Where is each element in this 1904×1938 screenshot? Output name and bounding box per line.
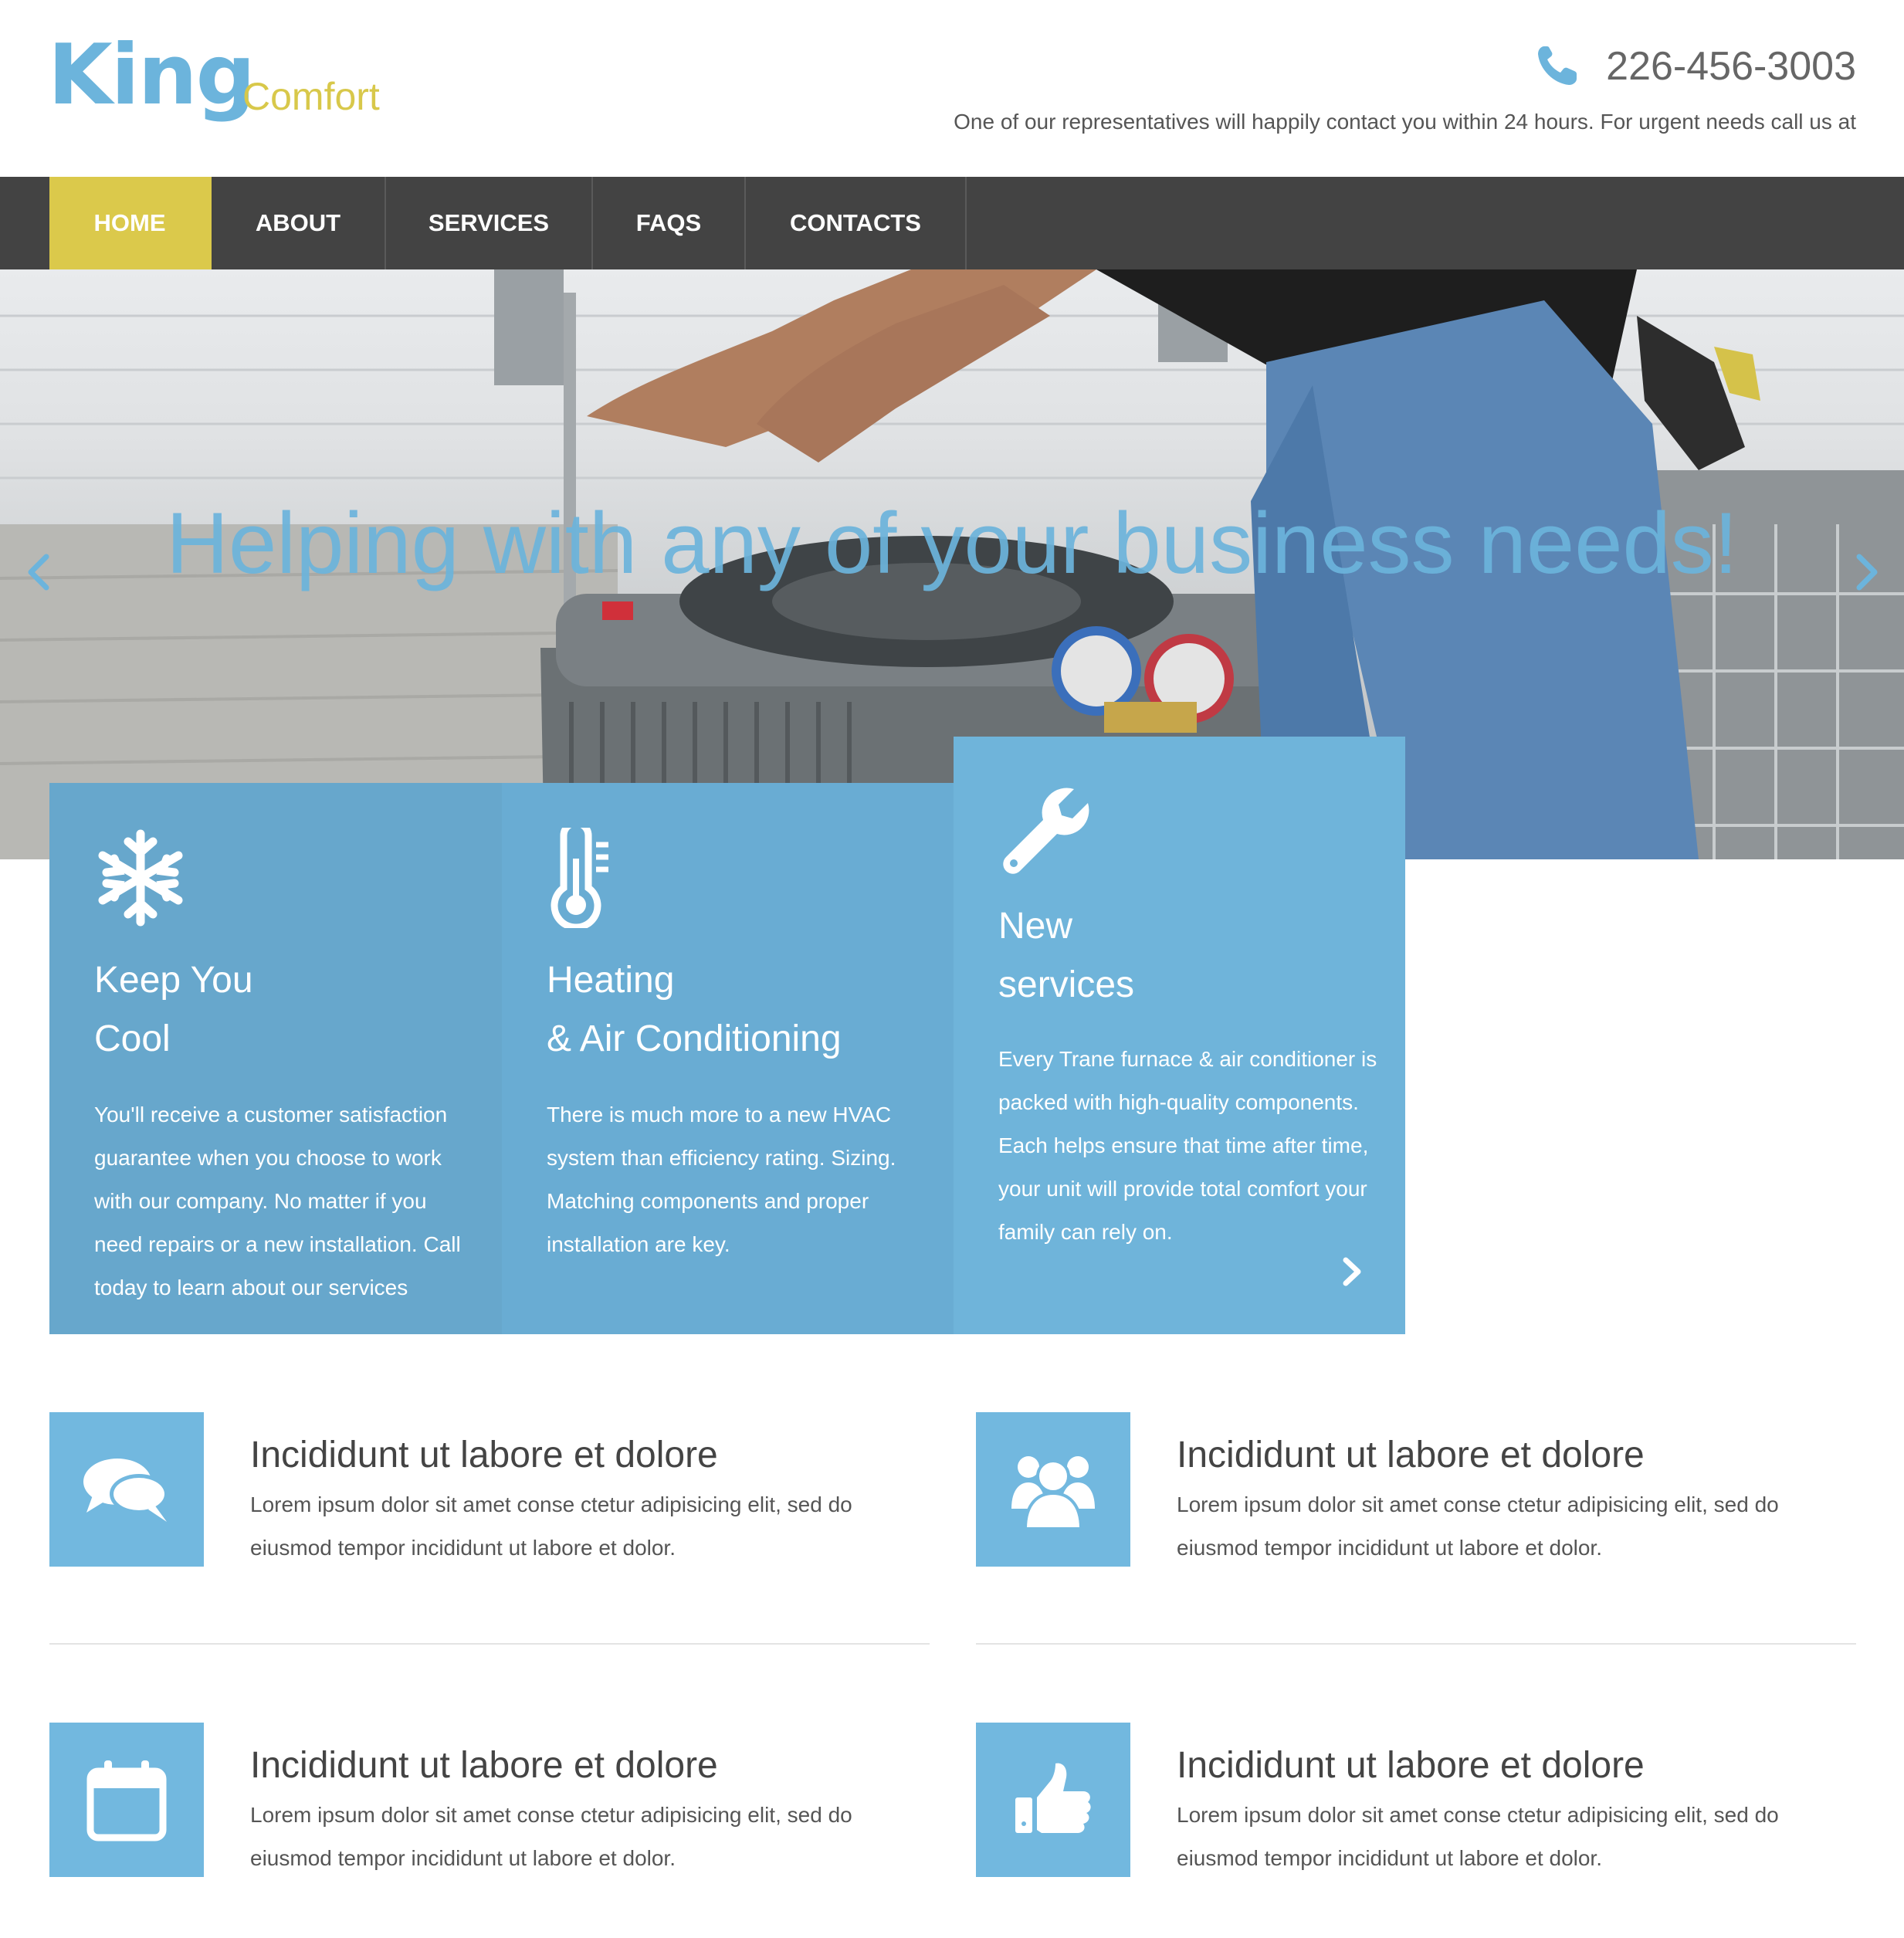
chat-bubbles-icon [83,1459,168,1522]
feature-title: Incididunt ut labore et dolore [250,1745,718,1786]
feature-item: Incididunt ut labore et dolore Lorem ips… [49,1723,930,1877]
phone-icon [1538,46,1577,85]
phone-number[interactable]: 226-456-3003 [1606,46,1856,86]
card-title: New services [998,906,1135,1005]
card-body: There is much more to a new HVAC system … [547,1103,896,1256]
feature-icon-box [976,1412,1130,1567]
nav-item-home[interactable]: HOME [49,177,212,269]
feature-body: Lorem ipsum dolor sit amet conse ctetur … [1177,1803,1779,1870]
thermometer-icon [551,828,608,928]
feature-title: Incididunt ut labore et dolore [1177,1745,1645,1786]
card-body: You'll receive a customer satisfaction g… [94,1103,461,1299]
divider [49,1643,930,1645]
feature-body: Lorem ipsum dolor sit amet conse ctetur … [1177,1492,1779,1560]
phone-contact[interactable]: 226-456-3003 [1533,43,1856,90]
snowflake-icon [98,829,183,927]
card-title: Heating & Air Conditioning [547,960,842,1059]
main-nav: HOME ABOUT SERVICES FAQS CONTACTS [0,177,1904,269]
chevron-right-icon[interactable] [1340,1255,1364,1288]
nav-item-contacts[interactable]: CONTACTS [746,177,967,269]
logo-king[interactable]: King [48,34,256,117]
feature-body: Lorem ipsum dolor sit amet conse ctetur … [250,1803,852,1870]
calendar-icon [86,1760,167,1841]
logo-tagline: Comfort [242,75,380,118]
chevron-right-icon[interactable] [1847,549,1885,595]
feature-item: Incididunt ut labore et dolore Lorem ips… [976,1723,1856,1877]
feature-title: Incididunt ut labore et dolore [1177,1435,1645,1476]
contact-note: One of our representatives will happily … [954,110,1856,134]
card-body: Every Trane furnace & air conditioner is… [998,1047,1377,1244]
feature-icon-box [49,1723,204,1877]
nav-item-services[interactable]: SERVICES [386,177,593,269]
service-cards: Keep You Cool You'll receive a customer s… [49,737,1405,1334]
chevron-left-icon[interactable] [20,549,59,595]
feature-item: Incididunt ut labore et dolore Lorem ips… [49,1412,930,1567]
divider [976,1643,1856,1645]
feature-icon-box [976,1723,1130,1877]
feature-icon-box [49,1412,204,1567]
wrench-icon [1003,788,1089,874]
site-header: King Comfort 226-456-3003 One of our rep… [0,0,1904,177]
nav-item-faqs[interactable]: FAQS [593,177,746,269]
card-new-services[interactable]: New services Every Trane furnace & air co… [954,737,1405,1334]
card-title: Keep You Cool [94,960,253,1059]
card-keep-cool[interactable]: Keep You Cool You'll receive a customer s… [49,783,502,1334]
thumbs-up-icon [1015,1763,1091,1833]
users-icon [1011,1456,1095,1530]
hero-title: Helping with any of your business needs! [166,495,1738,591]
feature-body: Lorem ipsum dolor sit amet conse ctetur … [250,1492,852,1560]
nav-item-about[interactable]: ABOUT [212,177,386,269]
card-heating[interactable]: Heating & Air Conditioning There is much … [502,783,954,1334]
feature-item: Incididunt ut labore et dolore Lorem ips… [976,1412,1856,1567]
feature-title: Incididunt ut labore et dolore [250,1435,718,1476]
